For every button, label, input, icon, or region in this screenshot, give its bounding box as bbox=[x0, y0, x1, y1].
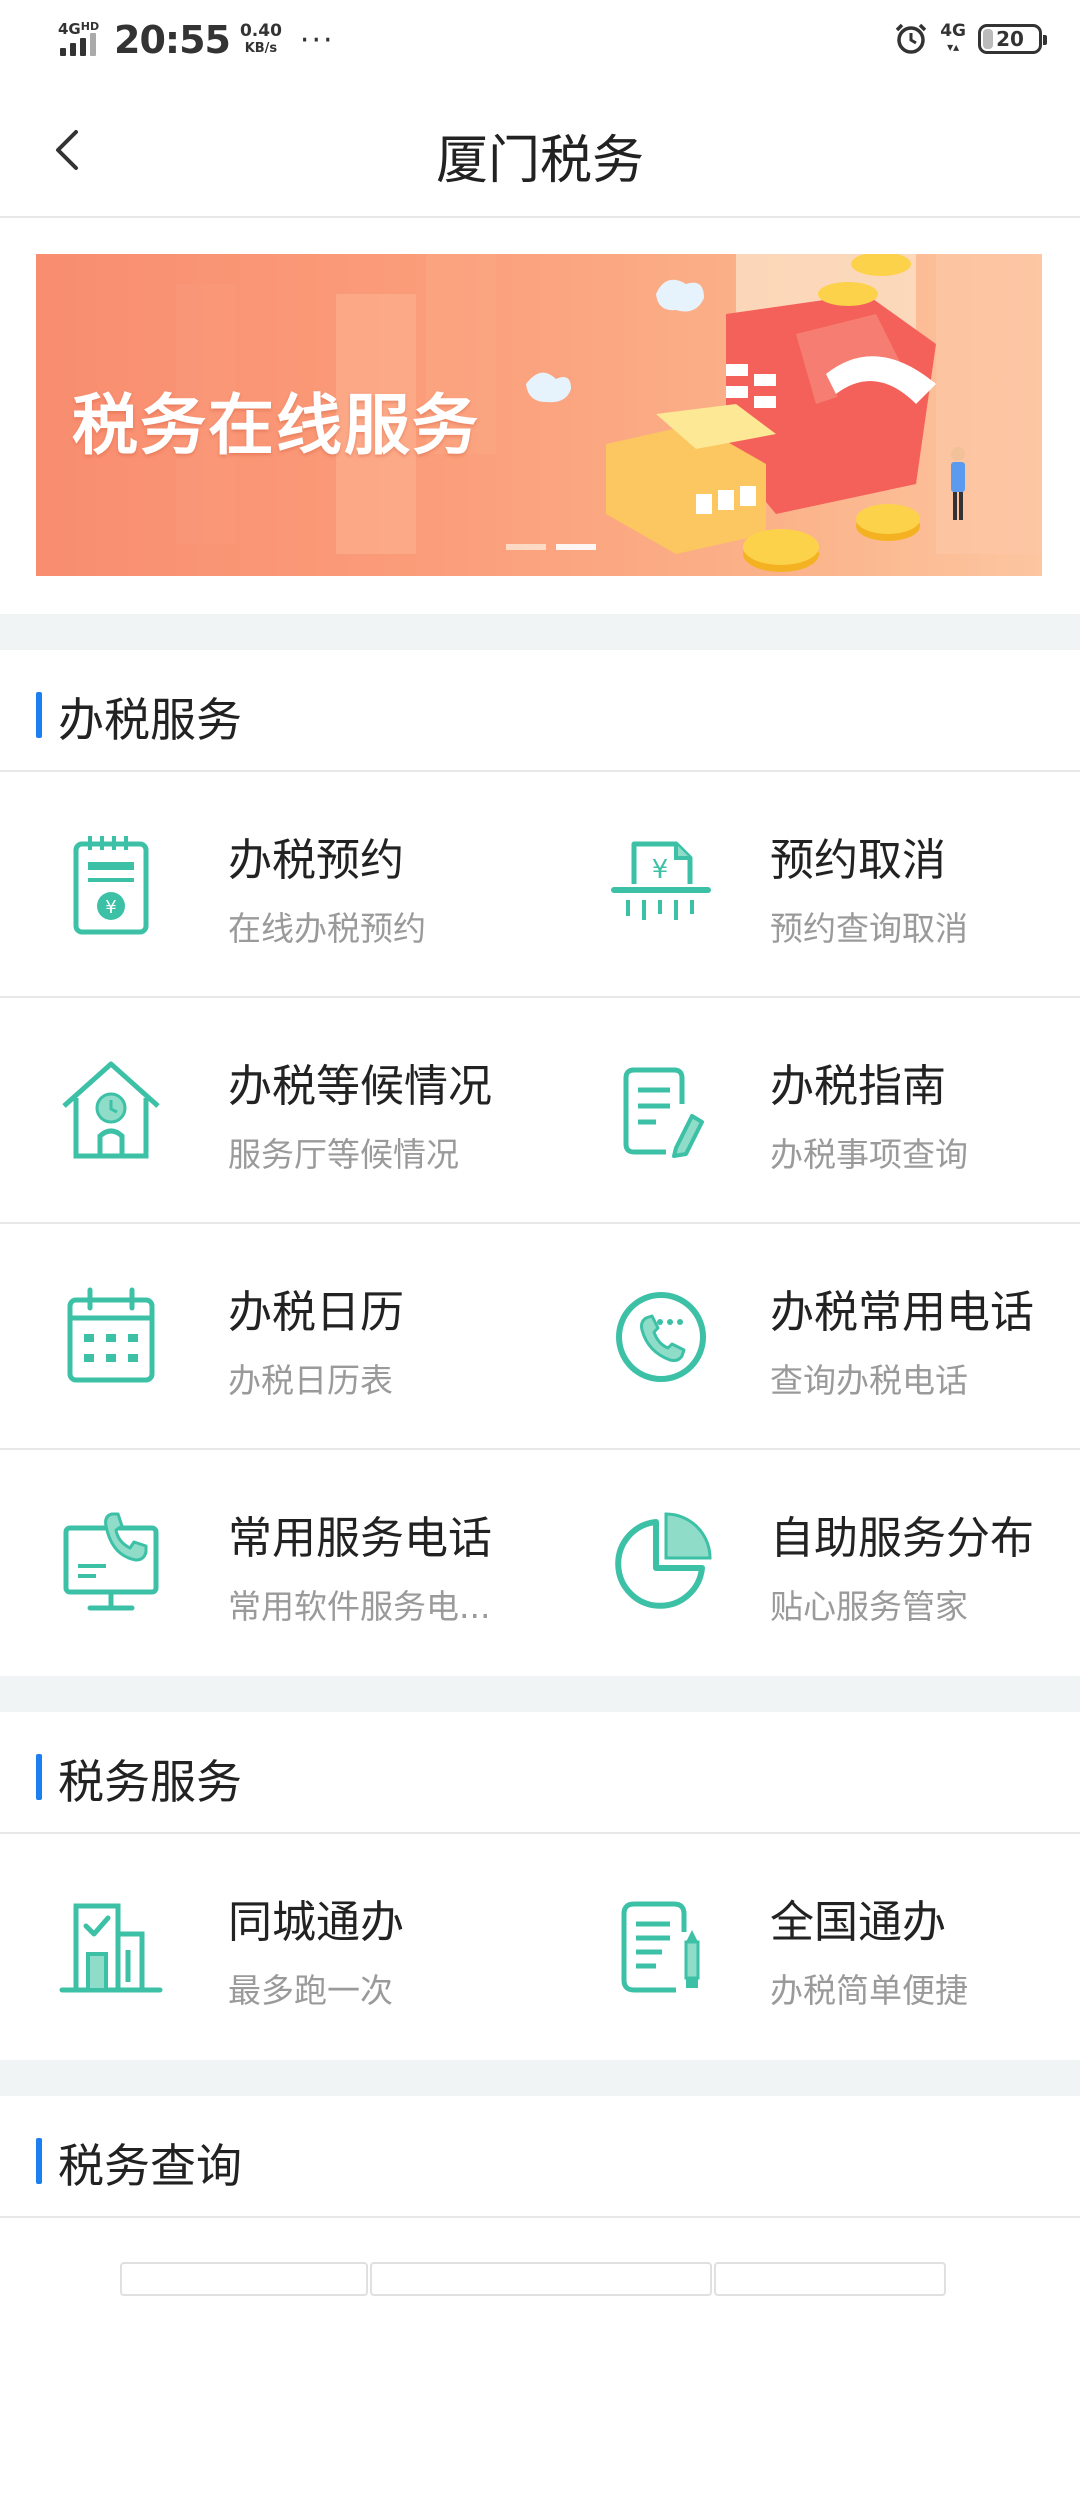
item-subtitle: 预约查询取消 bbox=[770, 909, 968, 948]
service-item-self-service[interactable]: 自助服务分布 贴心服务管家 bbox=[540, 1450, 1080, 1676]
service-item-tax-phone[interactable]: 办税常用电话 查询办税电话 bbox=[540, 1224, 1080, 1448]
alarm-icon bbox=[895, 23, 927, 54]
network-speed: 0.40 KB/s bbox=[239, 21, 282, 57]
document-pencil-icon bbox=[621, 1901, 700, 1993]
section-title: 办税服务 bbox=[58, 693, 242, 747]
calendar-icon bbox=[67, 1287, 155, 1383]
item-subtitle: 办税简单便捷 bbox=[770, 1971, 968, 2010]
item-subtitle: 最多跑一次 bbox=[228, 1971, 393, 2010]
more-notifications-icon: ··· bbox=[299, 22, 335, 58]
item-title: 办税等候情况 bbox=[228, 1061, 492, 1112]
section-accent-bar bbox=[36, 1754, 42, 1800]
item-title: 自助服务分布 bbox=[770, 1513, 1034, 1564]
item-subtitle: 常用软件服务电... bbox=[228, 1587, 491, 1626]
section-header: 税务查询 bbox=[0, 2096, 1080, 2218]
item-title: 同城通办 bbox=[228, 1897, 404, 1948]
item-subtitle: 服务厅等候情况 bbox=[228, 1135, 459, 1174]
grid-row: 同城通办 最多跑一次 全国通办 办税简单便捷 bbox=[0, 1834, 1080, 2060]
top-area: 4GHD 20:55 0.40 KB/s ··· 4G ▾▴ 20 厦门税务 bbox=[0, 0, 1080, 218]
banner[interactable]: 税务在线服务 bbox=[36, 254, 1042, 576]
service-item-service-phone[interactable]: 常用服务电话 常用软件服务电... bbox=[0, 1450, 540, 1676]
query-option[interactable] bbox=[370, 2262, 712, 2296]
network-4g-icon: 4G ▾▴ bbox=[940, 21, 966, 55]
status-left: 4GHD 20:55 0.40 KB/s ··· bbox=[58, 18, 335, 62]
svg-text:¥: ¥ bbox=[652, 855, 669, 885]
item-title: 常用服务电话 bbox=[228, 1513, 492, 1564]
item-subtitle: 办税日历表 bbox=[228, 1361, 393, 1400]
item-title: 预约取消 bbox=[770, 835, 946, 886]
pie-chart-icon bbox=[615, 1512, 712, 1609]
banner-title: 税务在线服务 bbox=[72, 387, 480, 464]
service-item-nationwide[interactable]: 全国通办 办税简单便捷 bbox=[540, 1834, 1080, 2060]
svg-text:¥: ¥ bbox=[105, 897, 116, 918]
grid-row: ¥ 办税预约 在线办税预约 ¥ 预约取消 预约查询取消 bbox=[0, 772, 1080, 998]
status-right: 4G ▾▴ 20 bbox=[894, 21, 1047, 56]
clipboard-yen-icon: ¥ bbox=[73, 836, 149, 935]
item-title: 办税日历 bbox=[228, 1287, 404, 1338]
service-item-same-city[interactable]: 同城通办 最多跑一次 bbox=[0, 1834, 540, 2060]
section-accent-bar bbox=[36, 2138, 42, 2184]
nav-bar: 厦门税务 bbox=[0, 84, 1080, 218]
section-tax-affairs: 税务服务 同城通办 最多跑一次 全国通办 办税简单便捷 bbox=[0, 1712, 1080, 2060]
grid-row: 常用服务电话 常用软件服务电... 自助服务分布 贴心服务管家 bbox=[0, 1450, 1080, 1676]
page-title: 厦门税务 bbox=[435, 131, 644, 191]
battery-icon: 20 bbox=[978, 24, 1047, 54]
clock: 20:55 bbox=[114, 18, 231, 62]
service-item-appointment[interactable]: ¥ 办税预约 在线办税预约 bbox=[0, 772, 540, 996]
monitor-phone-icon bbox=[63, 1512, 159, 1611]
signal-icon: 4GHD bbox=[58, 20, 104, 60]
query-option[interactable] bbox=[120, 2262, 368, 2296]
section-accent-bar bbox=[36, 692, 42, 738]
house-clock-icon bbox=[62, 1061, 160, 1159]
grid-row: 办税日历 办税日历表 办税常用电话 查询办税电话 bbox=[0, 1224, 1080, 1450]
query-option[interactable] bbox=[714, 2262, 946, 2296]
query-options-peek bbox=[0, 2262, 1080, 2296]
item-title: 办税预约 bbox=[228, 835, 404, 886]
item-title: 办税常用电话 bbox=[770, 1287, 1034, 1338]
grid-row: 办税等候情况 服务厅等候情况 办税指南 办税事项查询 bbox=[0, 998, 1080, 1224]
section-tax-query: 税务查询 bbox=[0, 2096, 1080, 2496]
status-bar: 4GHD 20:55 0.40 KB/s ··· 4G ▾▴ 20 bbox=[0, 0, 1080, 84]
section-title: 税务查询 bbox=[58, 2139, 242, 2193]
service-item-cancel[interactable]: ¥ 预约取消 预约查询取消 bbox=[540, 772, 1080, 996]
document-pen-icon bbox=[623, 1067, 704, 1158]
item-subtitle: 在线办税预约 bbox=[228, 909, 426, 948]
item-title: 全国通办 bbox=[770, 1897, 946, 1948]
service-item-waiting[interactable]: 办税等候情况 服务厅等候情况 bbox=[0, 998, 540, 1222]
section-tax-services: 办税服务 ¥ 办税预约 在线办税预约 ¥ 预约取消 预约查询取消 办税等候情况 … bbox=[0, 650, 1080, 1676]
item-subtitle: 贴心服务管家 bbox=[770, 1587, 968, 1626]
service-item-guide[interactable]: 办税指南 办税事项查询 bbox=[540, 998, 1080, 1222]
building-check-icon bbox=[59, 1903, 163, 1993]
section-header: 税务服务 bbox=[0, 1712, 1080, 1834]
section-title: 税务服务 bbox=[58, 1755, 242, 1809]
phone-circle-icon bbox=[616, 1292, 706, 1382]
section-header: 办税服务 bbox=[0, 650, 1080, 772]
shredder-yen-icon: ¥ bbox=[611, 841, 711, 920]
item-subtitle: 办税事项查询 bbox=[770, 1135, 968, 1174]
banner-container: 税务在线服务 bbox=[0, 218, 1080, 614]
item-title: 办税指南 bbox=[770, 1061, 946, 1112]
item-subtitle: 查询办税电话 bbox=[770, 1361, 968, 1400]
service-item-calendar[interactable]: 办税日历 办税日历表 bbox=[0, 1224, 540, 1448]
